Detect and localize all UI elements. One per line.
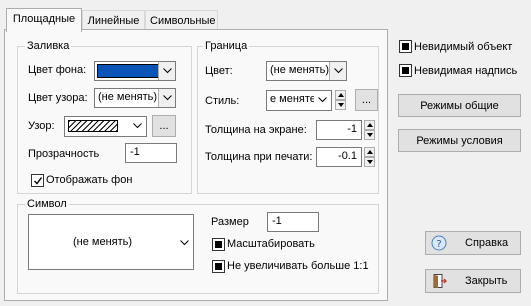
pattern-select[interactable] bbox=[64, 116, 147, 137]
pattern-label: Узор: bbox=[28, 120, 55, 132]
pattern-color-value: (не менять) bbox=[98, 91, 158, 103]
print-width-label: Толщина при печати: bbox=[205, 151, 313, 163]
chevron-down-icon bbox=[158, 89, 175, 107]
spin-down-icon[interactable] bbox=[364, 130, 375, 140]
show-bg-label: Отображать фон bbox=[46, 174, 133, 186]
transparency-input[interactable]: -1 bbox=[125, 143, 177, 163]
symbol-select[interactable]: (не менять) bbox=[28, 214, 194, 270]
symbol-group-title: Символ bbox=[25, 198, 69, 210]
general-modes-button[interactable]: Режимы общие bbox=[398, 94, 521, 117]
symbol-size-input[interactable]: -1 bbox=[267, 212, 319, 232]
symbol-value: (не менять) bbox=[73, 236, 133, 248]
screen-width-label: Толщина на экране: bbox=[205, 124, 307, 136]
border-style-select[interactable]: е меняте bbox=[266, 90, 332, 111]
invisible-label-checkbox[interactable] bbox=[399, 64, 412, 77]
bg-color-select[interactable] bbox=[94, 61, 176, 81]
scale-checkbox[interactable] bbox=[212, 238, 225, 251]
chevron-down-icon bbox=[329, 62, 346, 80]
border-group-title: Граница bbox=[203, 40, 250, 52]
spin-down-icon[interactable] bbox=[364, 157, 375, 167]
pattern-color-select[interactable]: (не менять) bbox=[94, 88, 176, 108]
invisible-object-label: Невидимый объект bbox=[414, 41, 513, 53]
tab-area[interactable]: Площадные bbox=[6, 8, 82, 32]
help-button-label: Справка bbox=[465, 237, 509, 249]
chevron-down-icon bbox=[129, 117, 146, 135]
print-width-spinner[interactable] bbox=[364, 147, 375, 167]
bg-color-label: Цвет фона: bbox=[28, 64, 87, 76]
no-enlarge-label: Не увеличивать больше 1:1 bbox=[227, 260, 369, 272]
chevron-down-icon bbox=[158, 62, 175, 80]
border-color-label: Цвет: bbox=[205, 65, 233, 77]
spin-up-icon[interactable] bbox=[364, 147, 375, 157]
pattern-swatch bbox=[68, 120, 118, 132]
spin-up-icon[interactable] bbox=[364, 120, 375, 130]
no-enlarge-checkbox[interactable] bbox=[212, 260, 225, 273]
spin-up-icon[interactable] bbox=[335, 90, 346, 100]
border-color-select[interactable]: (не менять) bbox=[266, 61, 347, 81]
transparency-label: Прозрачность bbox=[28, 148, 100, 160]
exit-door-icon bbox=[431, 273, 447, 289]
pattern-browse-button[interactable]: ... bbox=[152, 115, 176, 137]
border-style-value: е меняте bbox=[270, 93, 316, 105]
help-icon: ? bbox=[431, 235, 447, 251]
border-style-spinner[interactable] bbox=[335, 90, 346, 110]
screen-width-input[interactable]: -1 bbox=[316, 120, 362, 140]
border-style-browse-button[interactable]: ... bbox=[355, 89, 378, 111]
border-style-label: Стиль: bbox=[205, 95, 240, 107]
close-button[interactable]: Закрыть bbox=[425, 269, 521, 293]
scale-label: Масштабировать bbox=[227, 238, 315, 250]
chevron-down-icon bbox=[314, 91, 331, 109]
invisible-object-checkbox[interactable] bbox=[399, 40, 412, 53]
pattern-color-label: Цвет узора: bbox=[28, 92, 88, 104]
help-button[interactable]: ? Справка bbox=[425, 231, 521, 255]
bg-color-swatch bbox=[97, 64, 163, 78]
svg-text:?: ? bbox=[436, 239, 441, 250]
show-bg-checkbox[interactable] bbox=[31, 174, 44, 187]
invisible-label-label: Невидимая надпись bbox=[414, 65, 518, 77]
chevron-down-icon bbox=[176, 234, 193, 252]
spin-down-icon[interactable] bbox=[335, 100, 346, 110]
fill-group-title: Заливка bbox=[25, 40, 72, 52]
print-width-input[interactable]: -0.1 bbox=[316, 147, 362, 167]
screen-width-spinner[interactable] bbox=[364, 120, 375, 140]
symbol-size-label: Размер bbox=[211, 216, 249, 228]
close-button-label: Закрыть bbox=[465, 275, 508, 287]
condition-modes-button[interactable]: Режимы условия bbox=[398, 129, 521, 152]
border-color-value: (не менять) bbox=[270, 64, 330, 76]
